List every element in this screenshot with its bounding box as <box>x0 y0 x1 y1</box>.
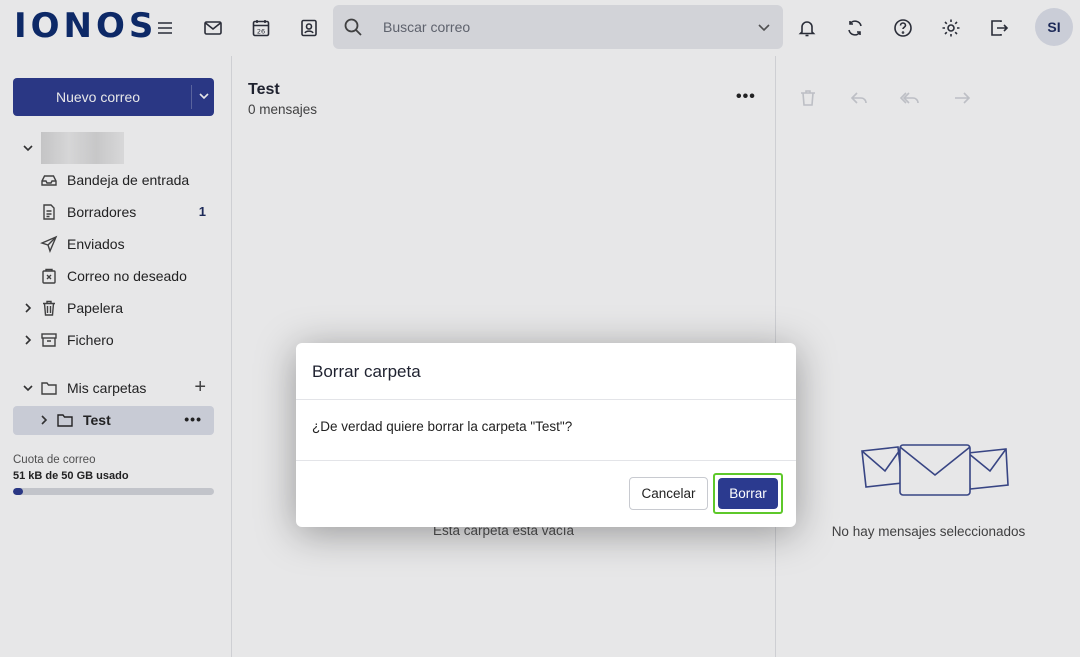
dialog-message: ¿De verdad quiere borrar la carpeta "Tes… <box>312 419 573 434</box>
cancel-button[interactable]: Cancelar <box>629 477 708 510</box>
modal-backdrop[interactable] <box>0 0 1080 657</box>
divider <box>296 399 796 400</box>
dialog-title: Borrar carpeta <box>312 362 421 381</box>
confirm-delete-button[interactable]: Borrar <box>718 478 778 509</box>
confirm-highlight: Borrar <box>713 473 783 514</box>
mail-app: IONOS 26 Buscar correo SI Nuevo correo B… <box>0 0 1080 657</box>
delete-folder-dialog: Borrar carpeta ¿De verdad quiere borrar … <box>296 343 796 527</box>
divider <box>296 460 796 461</box>
